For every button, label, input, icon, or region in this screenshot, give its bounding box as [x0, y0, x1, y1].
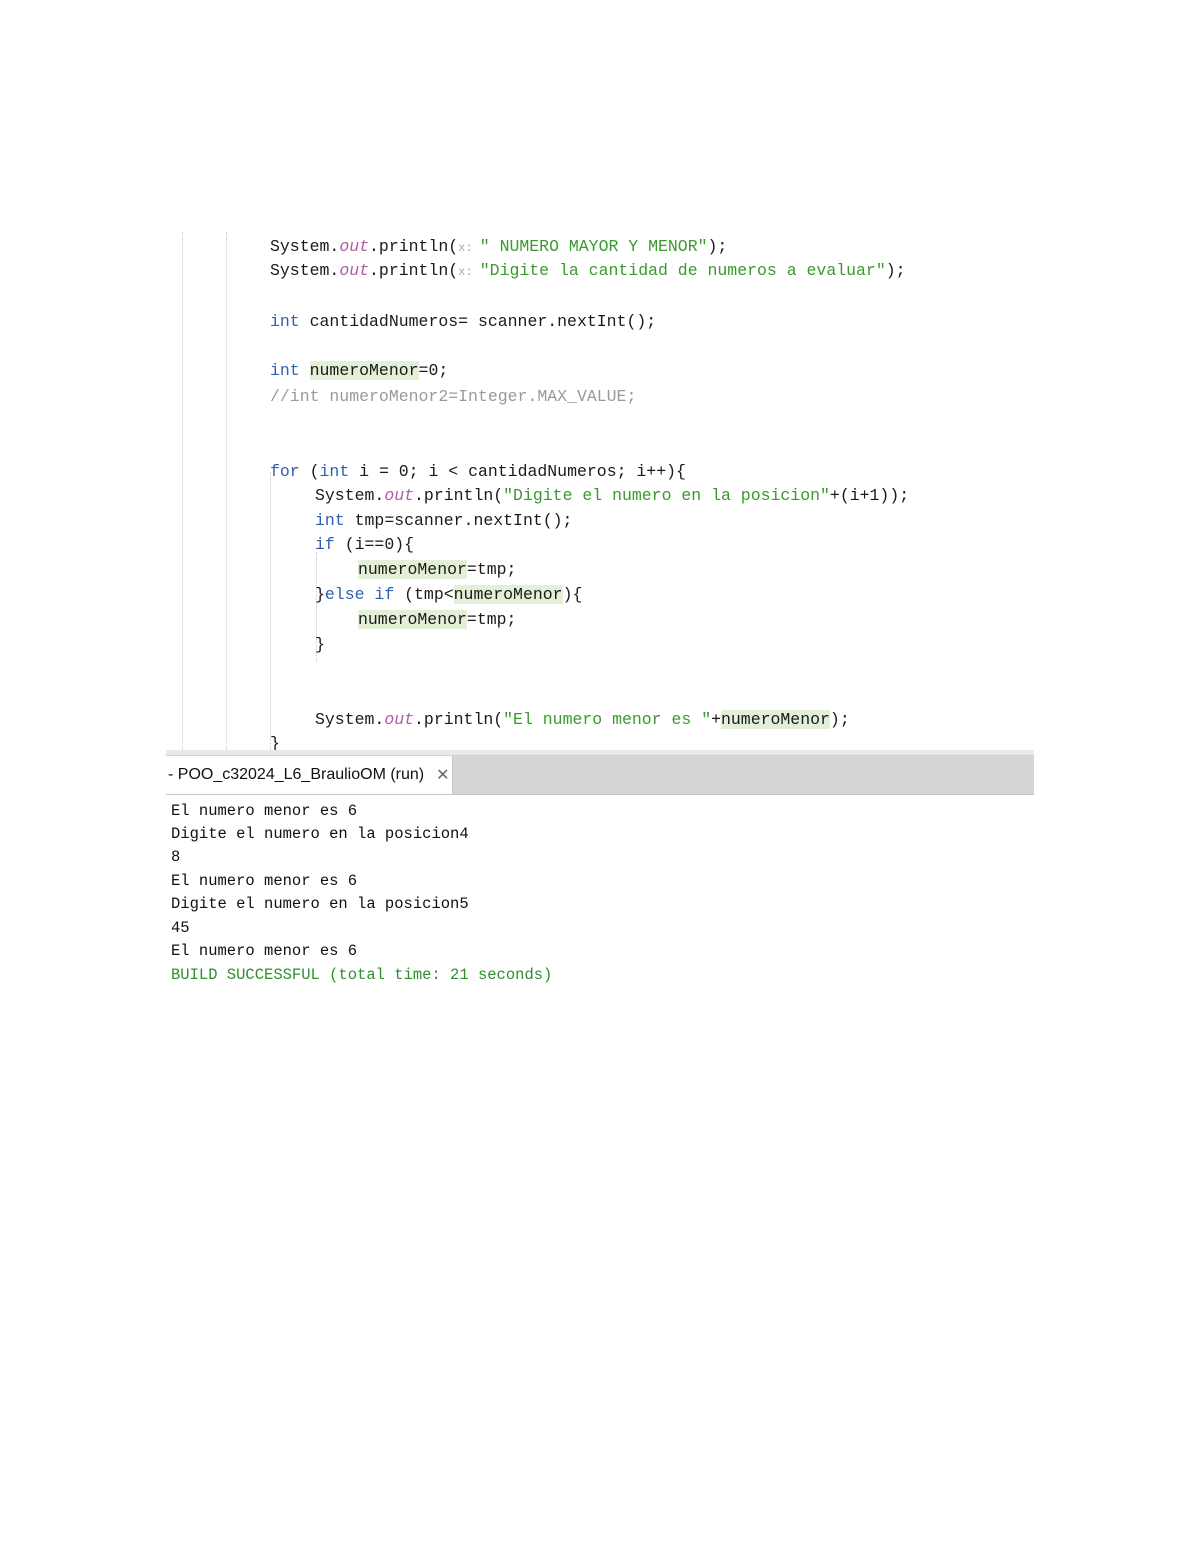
code-token: } [315, 635, 325, 654]
code-token: tmp=scanner.nextInt(); [344, 511, 573, 530]
console-line: Digite el numero en la posicion4 [171, 825, 469, 843]
keyword-token: for [270, 462, 300, 481]
field-token: out [384, 710, 415, 729]
indent-guide [226, 232, 227, 750]
code-line: int tmp=scanner.nextInt(); [315, 509, 572, 533]
code-token: ); [829, 710, 850, 729]
highlighted-identifier: numeroMenor [358, 610, 467, 629]
code-token: (i==0){ [334, 535, 415, 554]
code-line: for (int i = 0; i < cantidadNumeros; i++… [270, 460, 686, 484]
code-token: ( [299, 462, 320, 481]
field-token: out [339, 237, 370, 256]
console-line: 8 [171, 848, 181, 866]
code-line: numeroMenor=tmp; [358, 558, 516, 582]
string-token: "El numero menor es " [503, 710, 712, 729]
param-hint: x: [458, 265, 480, 279]
highlighted-identifier: numeroMenor [721, 710, 830, 729]
code-line: int numeroMenor=0; [270, 359, 448, 383]
code-token: (tmp< [394, 585, 454, 604]
param-hint: x: [458, 241, 480, 255]
field-token: out [339, 261, 370, 280]
string-token: "Digite el numero en la posicion" [503, 486, 830, 505]
code-line: } [315, 633, 325, 657]
code-token: +(i+1)); [829, 486, 910, 505]
code-line: System.out.println(x: " NUMERO MAYOR Y M… [270, 235, 727, 259]
code-line: System.out.println("El numero menor es "… [315, 708, 850, 732]
code-token: System. [315, 710, 385, 729]
comment-token: //int numeroMenor2=Integer.MAX_VALUE; [270, 387, 637, 406]
highlighted-identifier: numeroMenor [453, 585, 563, 604]
code-token: ){ [562, 585, 583, 604]
code-editor[interactable]: System.out.println(x: " NUMERO MAYOR Y M… [166, 232, 1034, 750]
code-token: System. [315, 486, 385, 505]
string-token: " NUMERO MAYOR Y MENOR" [479, 237, 708, 256]
code-token: i = 0; i < cantidadNumeros; i++){ [349, 462, 686, 481]
keyword-token: if [315, 535, 335, 554]
build-status: BUILD SUCCESSFUL (total time: 21 seconds… [171, 966, 553, 984]
indent-guide [182, 232, 183, 750]
code-line: numeroMenor=tmp; [358, 608, 516, 632]
console-line: 45 [171, 919, 190, 937]
keyword-token: else if [324, 585, 395, 604]
field-token: out [384, 486, 415, 505]
keyword-token: int [315, 511, 345, 530]
code-token: ); [885, 261, 906, 280]
output-tab-bar: - POO_c32024_L6_BraulioOM (run) ✕ [166, 756, 1034, 795]
code-token: ); [707, 237, 728, 256]
keyword-token: int [270, 361, 300, 380]
console-line: El numero menor es 6 [171, 872, 358, 890]
code-token: System. [270, 237, 340, 256]
code-line: } [270, 732, 280, 750]
code-token: .println( [369, 261, 459, 280]
code-token: } [270, 734, 280, 750]
highlighted-identifier: numeroMenor [358, 560, 467, 579]
code-line: if (i==0){ [315, 533, 414, 557]
console-line: El numero menor es 6 [171, 942, 358, 960]
code-line: System.out.println(x: "Digite la cantida… [270, 259, 906, 283]
console-line: Digite el numero en la posicion5 [171, 895, 469, 913]
code-token: } [315, 585, 325, 604]
code-token: System. [270, 261, 340, 280]
keyword-token: int [270, 312, 300, 331]
output-tab[interactable]: - POO_c32024_L6_BraulioOM (run) ✕ [166, 756, 453, 794]
indent-guide [270, 472, 271, 750]
code-line: int cantidadNumeros= scanner.nextInt(); [270, 310, 656, 334]
code-token: .println( [414, 710, 504, 729]
code-token: =tmp; [466, 560, 517, 579]
code-line: //int numeroMenor2=Integer.MAX_VALUE; [270, 385, 636, 409]
code-line: }else if (tmp<numeroMenor){ [315, 583, 582, 607]
code-token: .println( [414, 486, 504, 505]
close-icon[interactable]: ✕ [436, 765, 449, 785]
code-token: =0; [418, 361, 449, 380]
code-token: .println( [369, 237, 459, 256]
output-console[interactable]: El numero menor es 6 Digite el numero en… [166, 800, 1034, 1000]
code-token: cantidadNumeros= scanner.nextInt(); [299, 312, 657, 331]
keyword-token: int [319, 462, 350, 481]
highlighted-identifier: numeroMenor [309, 361, 419, 380]
output-tab-label: - POO_c32024_L6_BraulioOM (run) [168, 766, 425, 783]
code-line: System.out.println("Digite el numero en … [315, 484, 909, 508]
code-token: + [711, 710, 721, 729]
string-token: "Digite la cantidad de numeros a evaluar… [479, 261, 886, 280]
console-line: El numero menor es 6 [171, 802, 358, 820]
code-token: =tmp; [466, 610, 517, 629]
